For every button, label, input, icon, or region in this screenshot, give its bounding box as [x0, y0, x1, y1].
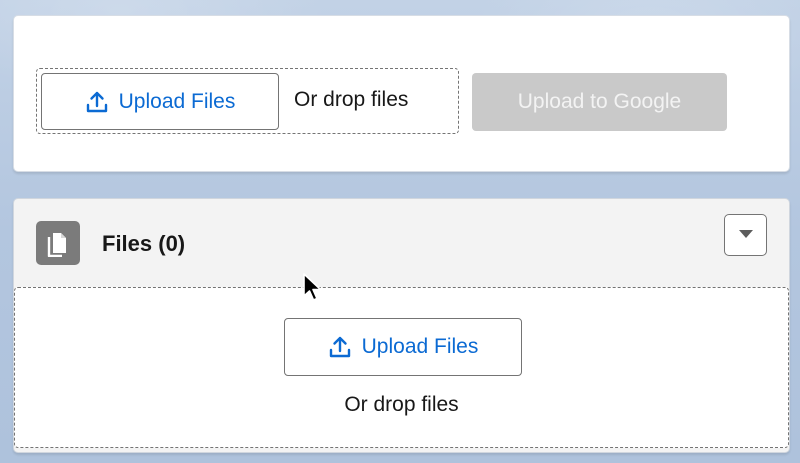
files-dropzone[interactable]: Upload Files Or drop files	[14, 287, 789, 448]
upload-icon	[85, 90, 109, 114]
files-menu-button[interactable]	[724, 214, 767, 256]
upload-files-button-files[interactable]: Upload Files	[284, 318, 522, 376]
files-icon	[36, 221, 80, 265]
drop-files-text: Or drop files	[344, 393, 459, 416]
chevron-down-icon	[738, 226, 754, 244]
drop-files-text: Or drop files	[294, 88, 409, 111]
file-dropzone[interactable]: Upload Files Or drop files	[36, 68, 459, 134]
upload-to-google-button[interactable]: Upload to Google	[472, 73, 727, 131]
upload-files-button[interactable]: Upload Files	[41, 73, 279, 130]
files-title: Files (0)	[102, 231, 186, 256]
upload-files-label: Upload Files	[118, 89, 236, 113]
upload-files-label: Upload Files	[361, 335, 479, 358]
upload-icon	[328, 335, 352, 359]
mouse-pointer-icon	[302, 272, 324, 304]
files-card: Files (0) Upload Files Or drop files	[13, 198, 790, 453]
upload-card: Upload Files Or drop files Upload to Goo…	[13, 15, 790, 172]
